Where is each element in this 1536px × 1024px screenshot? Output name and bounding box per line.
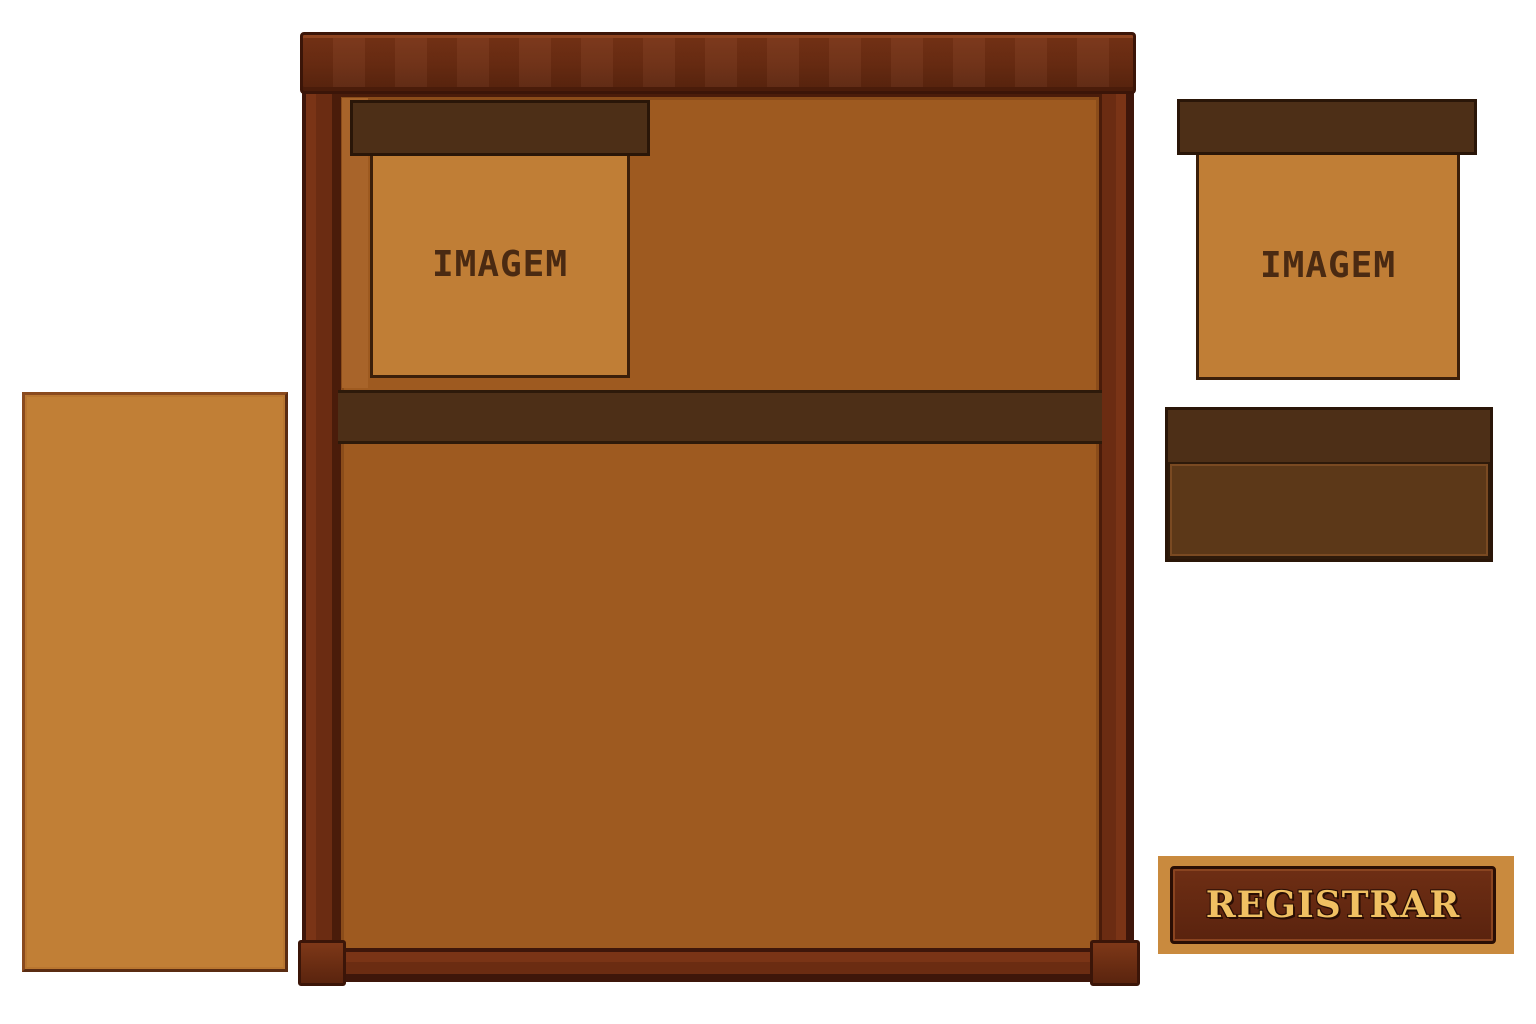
cabinet-left-post [302,90,342,970]
cabinet-foot-right [1090,940,1140,986]
image-card-header [1177,99,1477,155]
image-card-header [350,100,650,156]
board-divider-bar [338,390,1102,444]
register-button[interactable]: REGISTRAR [1170,866,1496,944]
register-button-label: REGISTRAR [1205,884,1461,926]
cabinet-top-beam [300,32,1136,94]
info-box-body [1170,464,1488,556]
image-card-label: IMAGEM [1259,244,1397,286]
image-card: IMAGEM [370,150,630,378]
side-panel [22,392,288,972]
image-card: IMAGEM [1196,150,1460,380]
cabinet-foot-left [298,940,346,986]
image-card-label: IMAGEM [431,243,569,285]
info-box-header [1168,410,1490,462]
cabinet-bottom-rail [334,948,1104,982]
